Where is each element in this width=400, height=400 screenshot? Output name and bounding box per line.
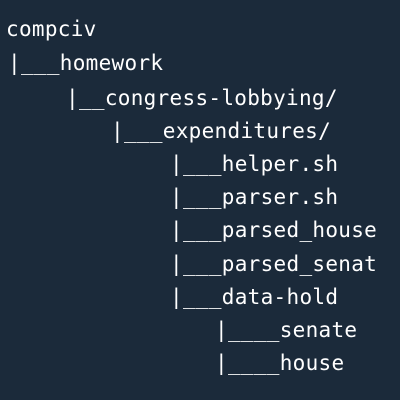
tree-item-label: helper.sh — [221, 152, 339, 176]
tree-item-label: data-hold — [221, 285, 339, 309]
tree-branch: |____ — [215, 318, 280, 342]
tree-item-label: parsed_senat — [221, 252, 378, 276]
tree-item-senate: |____senate — [215, 315, 357, 345]
tree-item-parsed-house: |___parsed_house — [170, 215, 377, 245]
tree-item-parsed-senate: |___parsed_senat — [170, 249, 377, 279]
terminal-window: compciv |___homework |__congress-lobbyin… — [0, 0, 400, 400]
tree-item-data-hold: |___data-hold — [170, 282, 338, 312]
tree-root: compciv — [6, 14, 97, 44]
tree-branch: |___ — [170, 285, 222, 309]
tree-item-helper-sh: |___helper.sh — [170, 149, 338, 179]
tree-item-label: homework — [59, 51, 164, 75]
tree-item-parser-sh: |___parser.sh — [170, 182, 338, 212]
tree-item-label: parser.sh — [221, 185, 339, 209]
tree-item-house: |____house — [215, 348, 344, 378]
tree-branch: |___ — [8, 51, 60, 75]
tree-item-expenditures: |___expenditures/ — [111, 116, 331, 146]
tree-branch: |___ — [170, 252, 222, 276]
tree-item-congress-lobbying: |__congress-lobbying/ — [66, 83, 338, 113]
tree-branch: |__ — [66, 86, 105, 110]
tree-item-label: congress-lobbying/ — [104, 86, 338, 110]
tree-branch: |___ — [111, 119, 163, 143]
tree-item-label: senate — [279, 318, 358, 342]
tree-root-label: compciv — [6, 17, 97, 41]
tree-item-label: parsed_house — [221, 218, 378, 242]
tree-item-label: expenditures/ — [162, 119, 332, 143]
tree-item-homework: |___homework — [8, 48, 163, 78]
tree-branch: |___ — [170, 185, 222, 209]
tree-branch: |___ — [170, 152, 222, 176]
tree-branch: |___ — [170, 218, 222, 242]
tree-item-label: house — [279, 351, 345, 375]
tree-branch: |____ — [215, 351, 280, 375]
